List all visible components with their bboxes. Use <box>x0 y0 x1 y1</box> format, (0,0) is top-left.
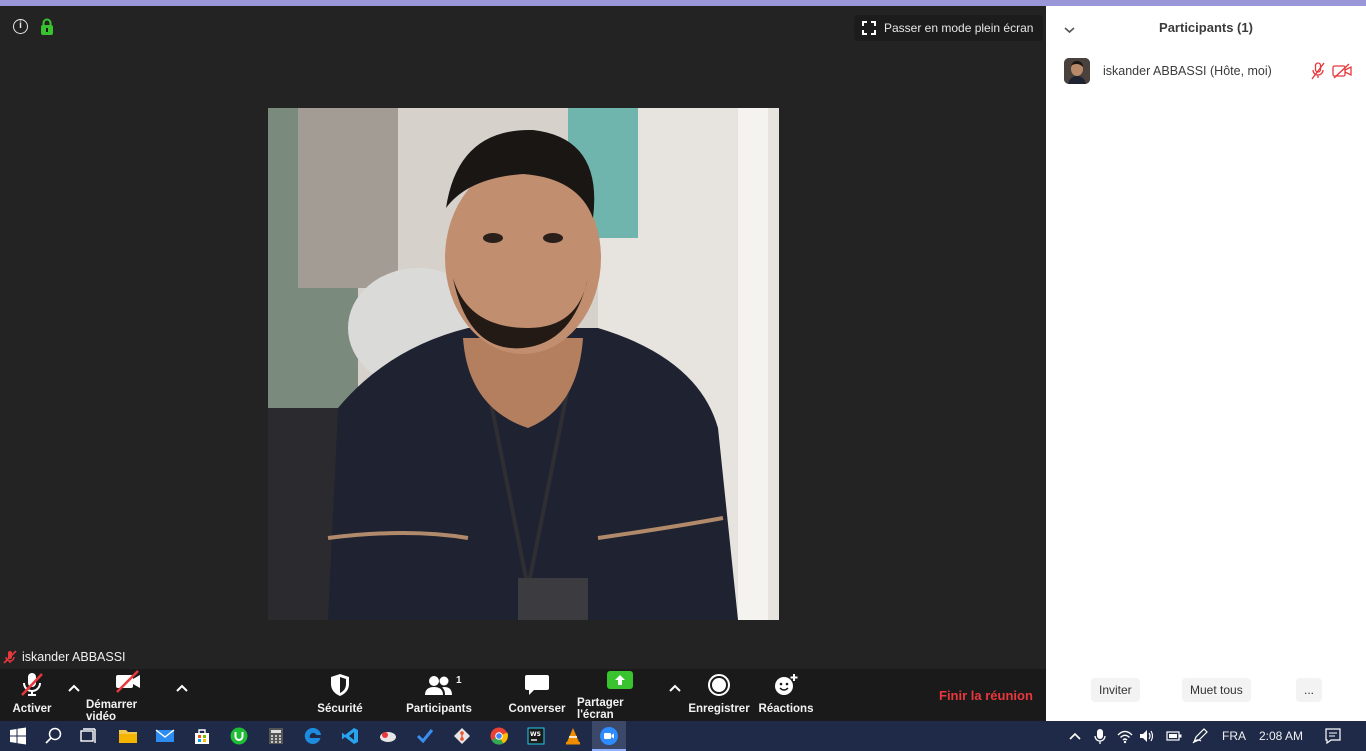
mute-all-button[interactable]: Muet tous <box>1182 678 1251 702</box>
participant-row[interactable]: iskander ABBASSI (Hôte, moi) <box>1064 58 1354 86</box>
meeting-toolbar: Activer Démarrer vidéo Sécurité 1 Partic… <box>0 669 1046 723</box>
app-cloud-icon[interactable] <box>378 726 398 746</box>
store-icon[interactable] <box>192 726 212 746</box>
wifi-icon[interactable] <box>1117 729 1133 744</box>
start-video-label: Démarrer vidéo <box>86 699 138 723</box>
participants-count-badge: 1 <box>456 675 462 686</box>
windows-taskbar: WS FRA 2:08 AM <box>0 721 1366 751</box>
upwork-icon[interactable] <box>229 726 249 746</box>
video-name-tag: iskander ABBASSI <box>3 650 126 664</box>
fullscreen-button[interactable]: Passer en mode plein écran <box>854 15 1044 41</box>
participant-video-off-icon[interactable] <box>1332 63 1352 79</box>
participant-muted-mic-icon[interactable] <box>1310 62 1326 80</box>
calculator-icon[interactable] <box>266 726 286 746</box>
participants-label: Participants <box>406 703 472 715</box>
avatar <box>1064 58 1090 84</box>
vlc-icon[interactable] <box>563 726 583 746</box>
participants-panel: Participants (1) iskander ABBASSI (Hôte,… <box>1046 6 1366 721</box>
muted-mic-icon <box>21 673 43 696</box>
more-options-button[interactable]: ... <box>1296 678 1323 702</box>
language-indicator[interactable]: FRA <box>1222 729 1246 743</box>
share-options-caret-icon[interactable] <box>668 683 682 693</box>
meeting-video-area: i Passer en mode plein écran iskander AB… <box>0 6 1046 669</box>
security-label: Sécurité <box>317 703 363 715</box>
vscode-icon[interactable] <box>340 726 360 746</box>
unmute-button[interactable]: Activer <box>6 669 58 721</box>
fullscreen-icon <box>862 21 876 35</box>
notifications-icon[interactable] <box>1325 728 1341 744</box>
edge-browser-icon[interactable] <box>303 726 323 746</box>
chat-button[interactable]: Converser <box>508 669 566 721</box>
video-options-caret-icon[interactable] <box>175 683 189 693</box>
security-button[interactable]: Sécurité <box>314 669 366 721</box>
show-hidden-icons-chevron-up-icon[interactable] <box>1069 731 1081 741</box>
encryption-lock-icon[interactable] <box>39 18 55 35</box>
participant-name: iskander ABBASSI (Hôte, moi) <box>1103 64 1272 78</box>
webstorm-icon[interactable]: WS <box>526 726 546 746</box>
share-screen-label: Partager l'écran <box>577 697 624 721</box>
video-off-icon <box>116 670 140 693</box>
battery-icon[interactable] <box>1166 730 1182 742</box>
reactions-label: Réactions <box>758 703 814 715</box>
chat-bubble-icon <box>525 675 549 695</box>
record-icon <box>708 674 730 696</box>
share-screen-icon <box>607 671 633 689</box>
audio-options-caret-icon[interactable] <box>67 683 81 693</box>
participants-button[interactable]: 1 Participants <box>404 669 474 721</box>
profile-photo-image <box>268 108 779 620</box>
chat-label: Converser <box>508 703 566 715</box>
muted-mic-icon <box>3 650 17 664</box>
reactions-button[interactable]: Réactions <box>758 669 814 721</box>
fullscreen-label: Passer en mode plein écran <box>884 21 1034 35</box>
share-screen-button[interactable]: Partager l'écran <box>577 669 663 721</box>
todo-check-icon[interactable] <box>415 726 435 746</box>
start-video-button[interactable]: Démarrer vidéo <box>86 669 170 723</box>
invite-button[interactable]: Inviter <box>1091 678 1140 702</box>
emoji-add-icon <box>775 674 798 695</box>
record-button[interactable]: Enregistrer <box>688 669 750 721</box>
microphone-icon[interactable] <box>1094 728 1106 745</box>
svg-text:WS: WS <box>530 731 541 738</box>
end-meeting-button[interactable]: Finir la réunion <box>939 688 1033 703</box>
volume-icon[interactable] <box>1139 729 1155 743</box>
windows-start-icon[interactable] <box>8 726 28 746</box>
git-client-icon[interactable] <box>452 726 472 746</box>
info-icon[interactable]: i <box>13 19 28 34</box>
shield-icon <box>331 674 349 696</box>
participant-video-photo <box>268 108 779 620</box>
participants-icon <box>425 676 452 695</box>
zoom-app-icon[interactable] <box>599 726 619 746</box>
task-view-icon[interactable] <box>79 726 99 746</box>
video-name-label: iskander ABBASSI <box>22 650 126 664</box>
clock-time[interactable]: 2:08 AM <box>1259 729 1303 743</box>
unmute-label: Activer <box>12 703 52 715</box>
search-icon[interactable] <box>44 726 64 746</box>
mail-icon[interactable] <box>155 726 175 746</box>
pen-workspace-icon[interactable] <box>1192 728 1208 744</box>
participants-panel-title: Participants (1) <box>1159 20 1253 35</box>
chrome-icon[interactable] <box>489 726 509 746</box>
file-explorer-icon[interactable] <box>118 726 138 746</box>
record-label: Enregistrer <box>688 703 750 715</box>
